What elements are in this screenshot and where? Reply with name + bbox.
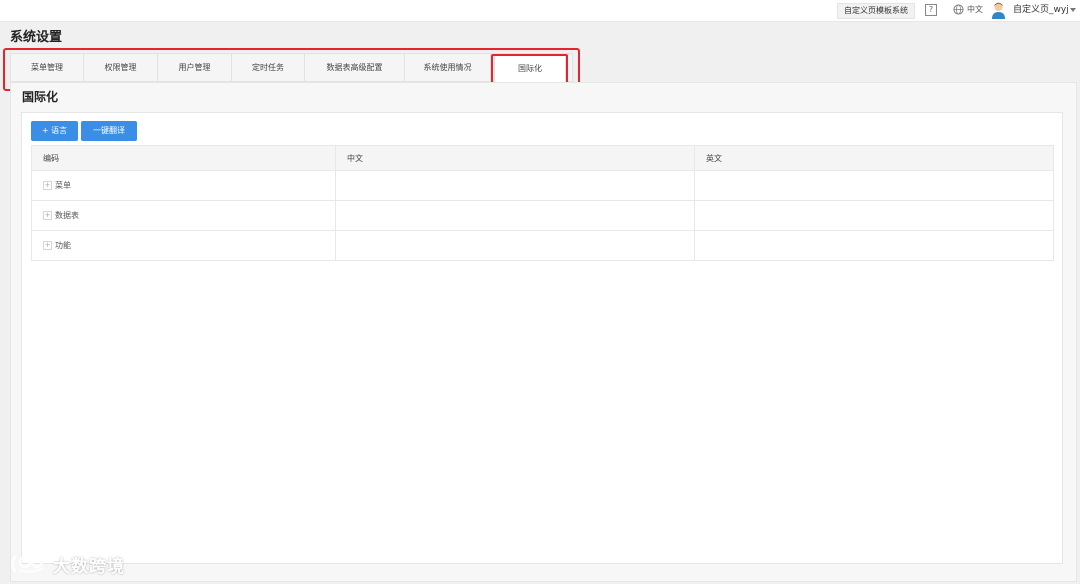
row-label: 功能 [55, 241, 71, 250]
language-switcher[interactable]: 中文 [967, 4, 983, 16]
cell-english [694, 200, 1054, 231]
tab-internationalization[interactable]: 国际化 [494, 53, 566, 83]
cell-english [694, 170, 1054, 201]
top-bar: 自定义页模板系统 ? 中文 自定义页_wyj [0, 0, 1080, 22]
row-label: 菜单 [55, 181, 71, 190]
cell-english [694, 230, 1054, 261]
tab-permission-management[interactable]: 权限管理 [84, 54, 158, 81]
table-header-row: 编码 中文 英文 [31, 145, 1054, 171]
avatar[interactable] [991, 2, 1006, 19]
expand-icon[interactable]: + [43, 181, 52, 190]
globe-icon[interactable] [953, 4, 964, 15]
column-header-code[interactable]: 编码 [31, 145, 336, 171]
row-label: 数据表 [55, 211, 79, 220]
table-row: + 数据表 [31, 200, 1054, 231]
add-language-button[interactable]: + 语言 [31, 121, 78, 141]
column-header-chinese[interactable]: 中文 [335, 145, 695, 171]
cell-code: + 数据表 [31, 200, 336, 231]
cell-code: + 菜单 [31, 170, 336, 201]
watermark: 大数跨境 [9, 553, 125, 577]
settings-tabs: 菜单管理 权限管理 用户管理 定时任务 数据表高级配置 系统使用情况 国际化 [10, 53, 573, 83]
column-header-english[interactable]: 英文 [694, 145, 1054, 171]
expand-icon[interactable]: + [43, 211, 52, 220]
tab-user-management[interactable]: 用户管理 [158, 54, 232, 81]
expand-icon[interactable]: + [43, 241, 52, 250]
cell-code: + 功能 [31, 230, 336, 261]
tab-system-usage[interactable]: 系统使用情况 [405, 54, 491, 81]
table-row: + 功能 [31, 230, 1054, 261]
watermark-logo-icon [11, 555, 44, 573]
app-switcher-button[interactable]: 自定义页模板系统 [837, 3, 915, 19]
cell-chinese [335, 200, 695, 231]
tab-table-advanced-config[interactable]: 数据表高级配置 [305, 54, 405, 81]
help-icon[interactable]: ? [925, 4, 937, 16]
tab-menu-management[interactable]: 菜单管理 [11, 54, 84, 81]
auto-translate-button[interactable]: 一键翻译 [81, 121, 137, 141]
tab-scheduled-tasks[interactable]: 定时任务 [232, 54, 305, 81]
page-title: 系统设置 [10, 30, 63, 45]
i18n-table: 编码 中文 英文 + 菜单 + 数据表 + 功能 [31, 145, 1054, 261]
cell-chinese [335, 170, 695, 201]
watermark-text: 大数跨境 [53, 556, 125, 577]
section-title: 国际化 [22, 90, 59, 104]
user-name[interactable]: 自定义页_wyj [1013, 4, 1069, 16]
chevron-down-icon[interactable] [1070, 8, 1076, 12]
table-row: + 菜单 [31, 170, 1054, 201]
cell-chinese [335, 230, 695, 261]
